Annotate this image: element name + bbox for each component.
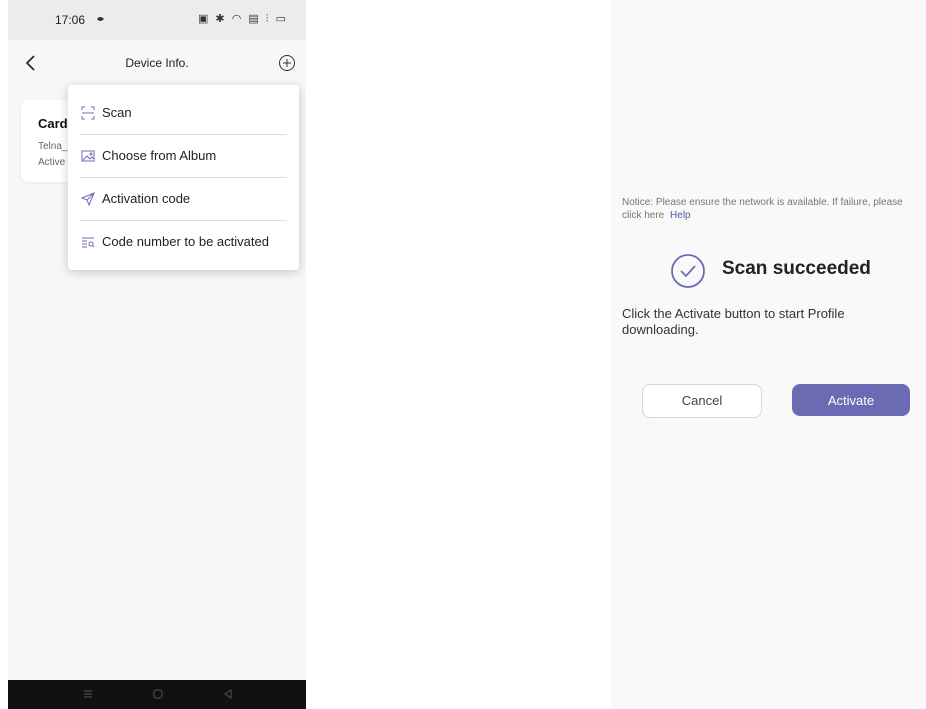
menu-item-code-number[interactable]: Code number to be activated	[68, 221, 299, 264]
notice-text: Notice: Please ensure the network is ava…	[622, 197, 903, 221]
network-notice: Notice: Please ensure the network is ava…	[622, 196, 922, 222]
activate-description: Click the Activate button to start Profi…	[622, 306, 845, 337]
menu-item-label: Choose from Album	[102, 148, 217, 163]
send-icon	[81, 192, 95, 206]
scan-icon	[81, 106, 95, 120]
right-phone-screen: Notice: Please ensure the network is ava…	[611, 0, 926, 709]
page-title: Device Info.	[125, 56, 189, 70]
status-bar: 17:06 ▣ ✱ ◠ ▤ ⫶ ▭	[8, 0, 306, 40]
card-carrier: Telna_	[38, 141, 68, 152]
left-phone-screen: 17:06 ▣ ✱ ◠ ▤ ⫶ ▭ Device Info. Card Teln…	[8, 0, 306, 709]
status-icons: ▣ ✱ ◠ ▤ ⫶ ▭	[197, 13, 288, 25]
home-nav-icon[interactable]	[152, 688, 164, 700]
notification-icon	[97, 17, 104, 21]
code-list-icon	[82, 237, 95, 248]
menu-item-label: Activation code	[102, 191, 191, 206]
success-title: Scan succeeded	[722, 258, 871, 279]
album-icon	[81, 150, 95, 162]
menu-item-scan[interactable]: Scan	[68, 92, 299, 135]
add-icon[interactable]	[278, 54, 296, 72]
system-nav-bar	[8, 680, 306, 709]
menu-item-label: Code number to be activated	[102, 234, 269, 249]
add-menu: Scan Choose from Album Activation code C…	[68, 85, 299, 270]
card-title: Card	[38, 116, 68, 131]
activate-button[interactable]: Activate	[792, 384, 910, 416]
status-time: 17:06	[55, 13, 86, 27]
cancel-button[interactable]: Cancel	[642, 384, 762, 418]
app-header: Device Info.	[8, 40, 306, 86]
menu-nav-icon[interactable]	[82, 688, 94, 700]
menu-item-activation-code[interactable]: Activation code	[68, 178, 299, 221]
menu-item-label: Scan	[102, 105, 132, 120]
help-link[interactable]: Help	[670, 210, 691, 221]
check-circle-icon	[671, 254, 705, 288]
menu-item-album[interactable]: Choose from Album	[68, 135, 299, 178]
back-nav-icon[interactable]	[222, 688, 234, 700]
card-status: Active	[38, 157, 66, 168]
